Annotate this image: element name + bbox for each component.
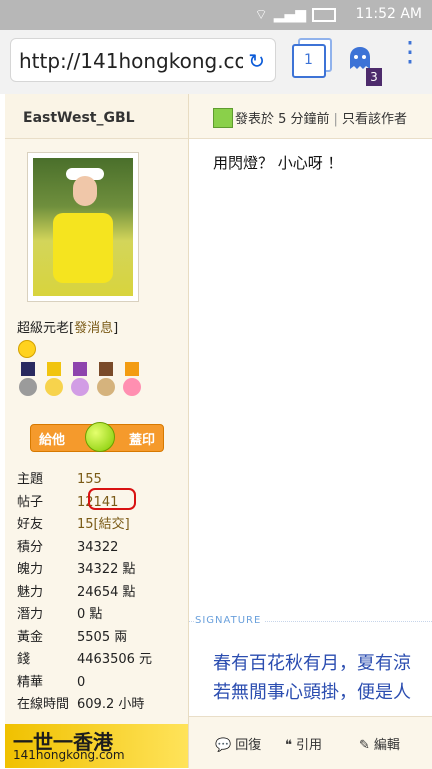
- medal: [43, 362, 65, 402]
- quote-button[interactable]: ❝ 引用: [285, 734, 322, 753]
- post-header: 發表於 5 分鐘前 | 只看該作者: [189, 94, 432, 139]
- author-header: EastWest_GBL: [5, 94, 188, 139]
- url-text[interactable]: http://141hongkong.com: [19, 49, 243, 73]
- user-rank: 超級元老[發消息]: [17, 321, 119, 336]
- menu-icon[interactable]: ⋮: [396, 38, 424, 66]
- stat-essence: 精華 0: [17, 674, 86, 690]
- rank-title: 超級元老: [17, 321, 70, 336]
- address-bar[interactable]: http://141hongkong.com ↻: [10, 38, 276, 82]
- smile-icon: [18, 340, 36, 358]
- post-count-highlight: [88, 488, 136, 510]
- browser-toolbar: http://141hongkong.com ↻ 1 3 ⋮: [0, 30, 432, 95]
- reply-icon: 💬: [215, 738, 232, 753]
- user-stats: 主題 155 帖子 12141 好友 15[結交] 積分 34322 魄力 34322 點…: [17, 468, 152, 716]
- stamp-ball-icon: [85, 422, 115, 452]
- only-author-link[interactable]: 只看該作者: [342, 112, 407, 127]
- site-logo: 一世一香港 141hongkong.com: [5, 724, 188, 768]
- stamp-left-label: 給他: [39, 433, 66, 448]
- status-time: 11:52 AM: [355, 6, 422, 22]
- stamp-button[interactable]: 給他 蓋印: [30, 422, 164, 452]
- avatar-body-shape: [53, 213, 113, 283]
- stat-charm: 魅力 24654 點: [17, 584, 136, 600]
- tabs-button[interactable]: 1: [292, 44, 326, 78]
- stat-power: 魄力 34322 點: [17, 562, 136, 577]
- quote-icon: ❝: [285, 738, 292, 753]
- logo-domain: 141hongkong.com: [13, 748, 125, 762]
- avatar-face-shape: [73, 176, 97, 206]
- signature-label: SIGNATURE: [195, 615, 266, 626]
- medal: [69, 362, 91, 402]
- reload-icon[interactable]: ↻: [248, 49, 265, 73]
- tab-count: 1: [304, 52, 313, 68]
- send-message-link[interactable]: 發消息: [74, 321, 113, 336]
- medal: [121, 362, 143, 402]
- stat-friends: 好友 15[結交]: [17, 517, 130, 532]
- medal: [17, 362, 39, 402]
- stat-potential: 潛力 0 點: [17, 607, 103, 622]
- author-panel: EastWest_GBL 超級元老[發消息] 給他 蓋印 主題 155 帖子 1…: [5, 94, 189, 768]
- battery-icon: [312, 8, 336, 22]
- stat-points: 積分 34322: [17, 539, 119, 555]
- stat-gold: 黃金 5505 兩: [17, 629, 128, 645]
- post-meta: 發表於 5 分鐘前 | 只看該作者: [235, 108, 407, 127]
- post-time: 發表於 5 分鐘前: [235, 112, 330, 127]
- stat-online: 在線時間 609.2 小時: [17, 697, 145, 712]
- stamp-right-label: 蓋印: [128, 433, 155, 448]
- medal: [95, 362, 117, 402]
- signature-line-1: 春有百花秋有月，夏有涼: [213, 653, 411, 674]
- post-content: 用閃燈？ 小心呀 ！: [213, 154, 343, 172]
- post-author-icon: [213, 108, 233, 128]
- edit-button[interactable]: ✎ 編輯: [359, 734, 400, 753]
- avatar-frame: [27, 152, 139, 302]
- post-panel: 發表於 5 分鐘前 | 只看該作者 用閃燈？ 小心呀 ！ SIGNATURE 春有百…: [189, 94, 432, 769]
- wifi-icon: ⌔: [254, 7, 268, 23]
- stat-topics: 主題 155: [17, 472, 102, 487]
- signature-line-2: 若無閒事心頭掛，便是人: [213, 682, 411, 703]
- avatar[interactable]: [33, 158, 133, 296]
- notification-badge: 3: [366, 68, 382, 86]
- edit-icon: ✎: [359, 738, 370, 753]
- post-actions: 💬 回復 ❝ 引用 ✎ 編輯: [189, 716, 432, 769]
- forum-page: EastWest_GBL 超級元老[發消息] 給他 蓋印 主題 155 帖子 1…: [0, 94, 432, 769]
- username[interactable]: EastWest_GBL: [23, 110, 135, 126]
- stat-money: 錢 4463506 元: [17, 652, 153, 667]
- medals: [17, 362, 143, 402]
- status-icons: ⌔ ▂▄▆: [255, 6, 336, 24]
- status-bar: ⌔ ▂▄▆ 11:52 AM: [0, 0, 432, 30]
- signal-icon: ▂▄▆: [273, 7, 306, 23]
- separator: |: [333, 112, 338, 127]
- reply-button[interactable]: 💬 回復: [215, 734, 261, 753]
